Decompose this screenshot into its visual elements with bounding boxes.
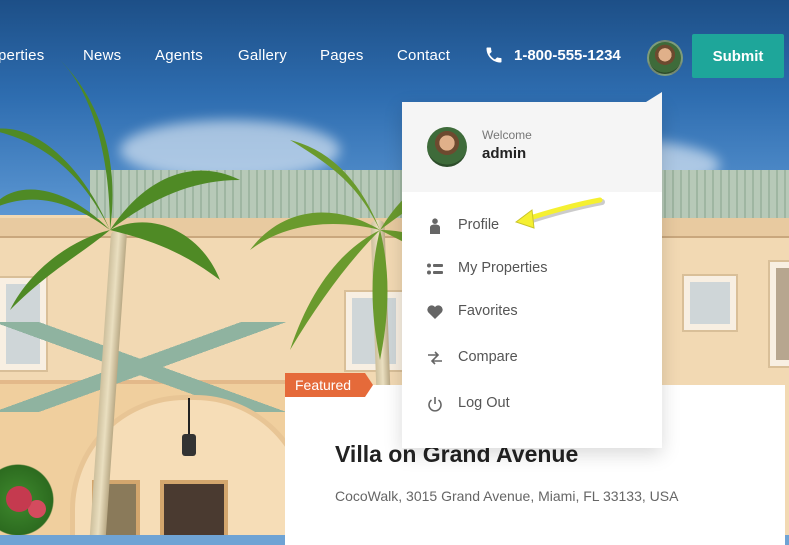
featured-badge: Featured [285, 373, 374, 397]
house-window [770, 262, 789, 366]
menu-item-my-properties[interactable]: My Properties [402, 251, 662, 287]
user-dropdown-menu: Welcome admin Profile My Properties Favo… [402, 92, 662, 448]
phone-link[interactable]: 1-800-555-1234 [484, 45, 621, 65]
menu-item-label: My Properties [458, 260, 548, 276]
property-address: CocoWalk, 3015 Grand Avenue, Miami, FL 3… [335, 488, 679, 504]
user-avatar-button[interactable] [647, 40, 683, 76]
menu-item-compare[interactable]: Compare [402, 340, 662, 376]
menu-item-log-out[interactable]: Log Out [402, 386, 662, 422]
front-door [160, 480, 228, 535]
menu-item-label: Favorites [458, 303, 518, 319]
user-dropdown-header: Welcome admin [402, 102, 662, 192]
nav-news[interactable]: News [83, 47, 121, 64]
welcome-label: Welcome [482, 128, 532, 142]
nav-gallery[interactable]: Gallery [238, 47, 287, 64]
heart-icon [426, 303, 444, 321]
nav-properties[interactable]: perties [0, 47, 44, 64]
porch-lamp [182, 398, 196, 458]
list-icon [426, 260, 444, 278]
nav-pages[interactable]: Pages [320, 47, 364, 64]
power-icon [426, 395, 444, 413]
menu-item-label: Compare [458, 349, 518, 365]
flower [6, 486, 32, 512]
nav-agents[interactable]: Agents [155, 47, 203, 64]
person-icon [426, 217, 444, 235]
phone-icon [486, 47, 502, 63]
menu-item-label: Profile [458, 217, 500, 233]
menu-item-label: Log Out [458, 395, 510, 411]
avatar [427, 127, 467, 167]
compare-arrows-icon [426, 349, 444, 367]
annotation-arrow-icon [514, 197, 605, 229]
nav-contact[interactable]: Contact [397, 47, 450, 64]
main-nav: perties News Agents Gallery Pages Contac… [0, 0, 789, 112]
username-label: admin [482, 145, 527, 162]
phone-number: 1-800-555-1234 [514, 46, 621, 64]
house-window [684, 276, 736, 330]
menu-item-favorites[interactable]: Favorites [402, 294, 662, 330]
submit-button[interactable]: Submit [692, 34, 784, 78]
